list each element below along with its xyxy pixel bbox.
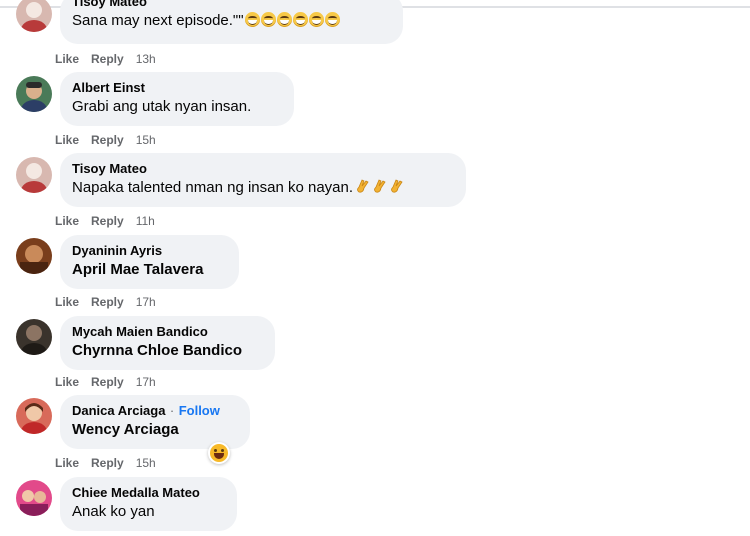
like-button[interactable]: Like	[55, 52, 79, 66]
reply-button[interactable]: Reply	[91, 295, 124, 309]
comment-timestamp[interactable]: 15h	[136, 456, 156, 470]
avatar[interactable]	[16, 480, 52, 516]
comment-actions: Like Reply 15h	[55, 455, 168, 471]
reply-button[interactable]: Reply	[91, 214, 124, 228]
follow-button[interactable]: Follow	[179, 403, 220, 418]
grinning-face-icon	[244, 12, 260, 27]
tagged-user-link[interactable]: Wency Arciaga	[72, 420, 238, 440]
comment-timestamp[interactable]: 17h	[136, 375, 156, 389]
like-button[interactable]: Like	[55, 214, 79, 228]
comment-bubble: Chiee Medalla Mateo Anak ko yan	[60, 477, 237, 531]
comment-author[interactable]: Tisoy Mateo	[72, 0, 391, 10]
haha-reaction-icon[interactable]	[208, 442, 230, 464]
comment-author[interactable]: Danica Arciaga	[72, 403, 165, 418]
comment-bubble: Tisoy Mateo Napaka talented nman ng insa…	[60, 153, 466, 207]
avatar[interactable]	[16, 238, 52, 274]
comment-bubble: Danica Arciaga · Follow Wency Arciaga	[60, 395, 250, 449]
clapping-hands-icon	[390, 178, 404, 194]
reply-button[interactable]: Reply	[91, 375, 124, 389]
like-button[interactable]: Like	[55, 456, 79, 470]
clapping-hands-icon	[373, 178, 387, 194]
comment-actions: Like Reply 11h	[55, 213, 167, 229]
clapping-hands-icon	[356, 178, 370, 194]
avatar[interactable]	[16, 157, 52, 193]
grinning-face-icon	[260, 12, 276, 27]
comment-text: Napaka talented nman ng insan ko nayan.	[72, 178, 454, 198]
comment-timestamp[interactable]: 15h	[136, 133, 156, 147]
comment-author[interactable]: Mycah Maien Bandico	[72, 324, 263, 340]
comment-bubble: Tisoy Mateo Sana may next episode.""	[60, 0, 403, 44]
comment-text: Grabi ang utak nyan insan.	[72, 98, 252, 115]
comment-author[interactable]: Dyaninin Ayris	[72, 243, 227, 259]
avatar[interactable]	[16, 319, 52, 355]
comment-actions: Like Reply 17h	[55, 294, 168, 310]
separator-dot: ·	[169, 403, 175, 418]
comment-actions: Like Reply 15h	[55, 132, 168, 148]
comment-author[interactable]: Tisoy Mateo	[72, 161, 454, 177]
like-button[interactable]: Like	[55, 133, 79, 147]
comment-actions: Like Reply 13h	[55, 51, 168, 67]
comment-text: Sana may next episode.""	[72, 11, 391, 31]
avatar[interactable]	[16, 398, 52, 434]
avatar[interactable]	[16, 76, 52, 112]
like-button[interactable]: Like	[55, 295, 79, 309]
tagged-user-link[interactable]: Chyrnna Chloe Bandico	[72, 341, 263, 361]
grinning-face-icon	[292, 12, 308, 27]
reply-button[interactable]: Reply	[91, 52, 124, 66]
comment-text: Anak ko yan	[72, 503, 155, 520]
reply-button[interactable]: Reply	[91, 133, 124, 147]
reply-button[interactable]: Reply	[91, 456, 124, 470]
comment-bubble: Dyaninin Ayris April Mae Talavera	[60, 235, 239, 289]
grinning-face-icon	[324, 12, 340, 27]
like-button[interactable]: Like	[55, 375, 79, 389]
comment-author[interactable]: Chiee Medalla Mateo	[72, 485, 225, 501]
comment-bubble: Mycah Maien Bandico Chyrnna Chloe Bandic…	[60, 316, 275, 370]
grinning-face-icon	[276, 12, 292, 27]
comment-bubble: Albert Einst Grabi ang utak nyan insan.	[60, 72, 294, 126]
avatar[interactable]	[16, 0, 52, 32]
comment-author-row: Danica Arciaga · Follow	[72, 403, 238, 419]
comment-author[interactable]: Albert Einst	[72, 80, 282, 96]
comment-timestamp[interactable]: 13h	[136, 52, 156, 66]
comment-timestamp[interactable]: 11h	[136, 214, 155, 228]
grinning-face-icon	[308, 12, 324, 27]
comment-actions: Like Reply 17h	[55, 374, 168, 390]
tagged-user-link[interactable]: April Mae Talavera	[72, 260, 227, 280]
comment-timestamp[interactable]: 17h	[136, 295, 156, 309]
